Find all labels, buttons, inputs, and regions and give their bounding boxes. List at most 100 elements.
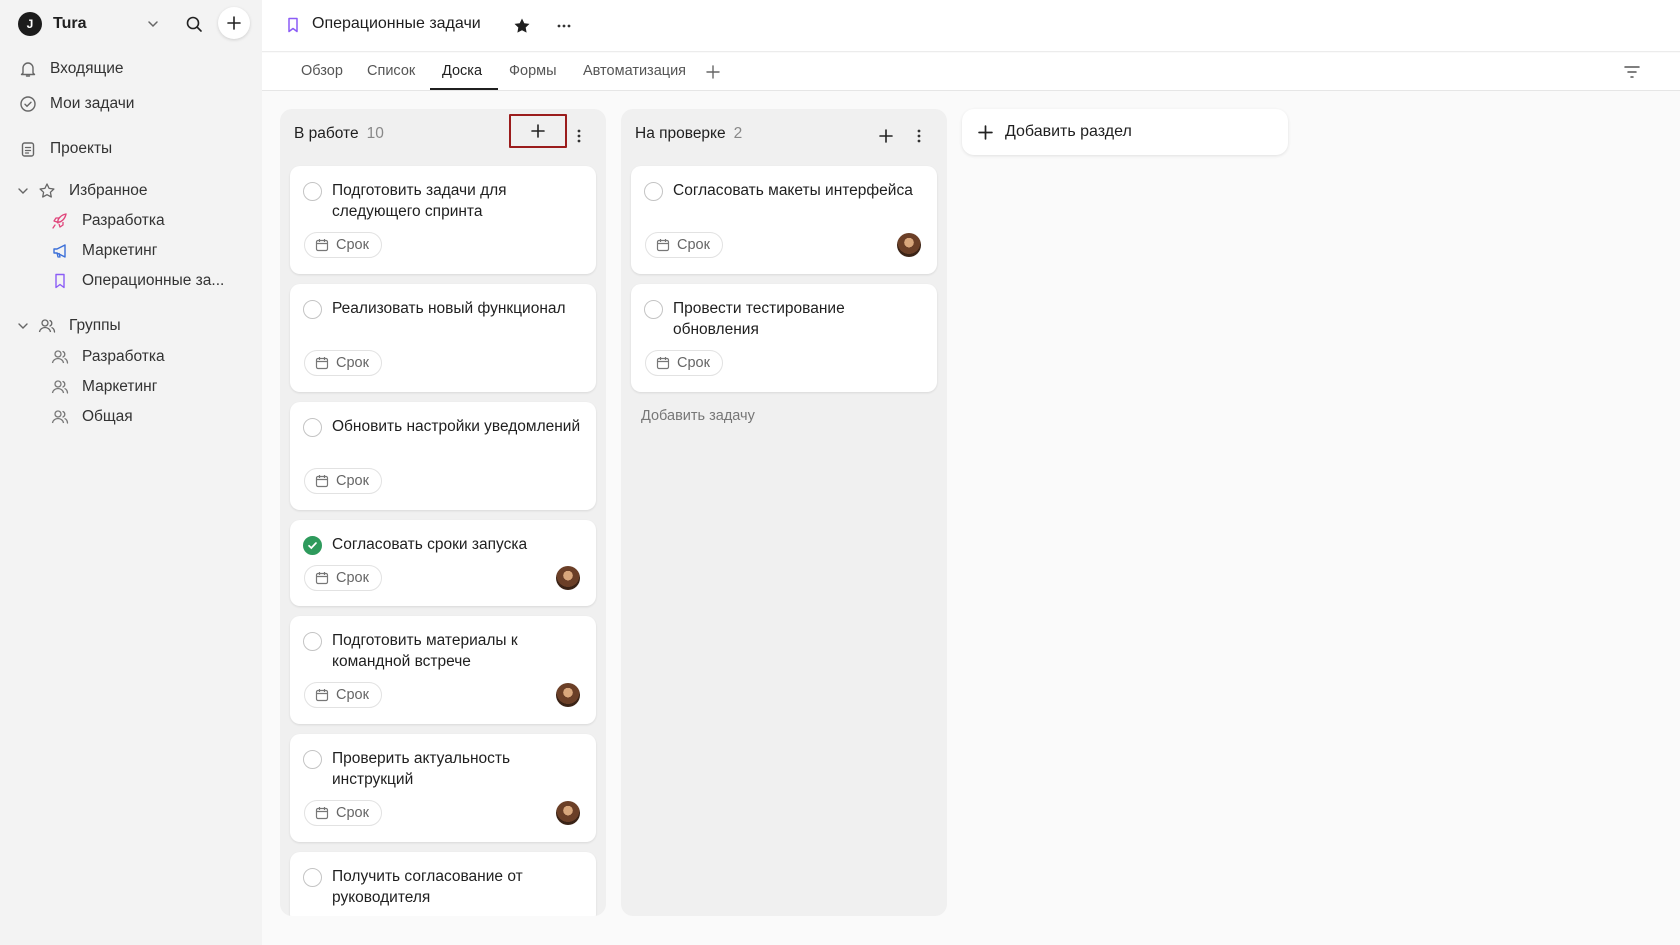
nav-inbox[interactable]: Входящие	[18, 55, 124, 83]
due-date-chip[interactable]: Срок	[304, 800, 382, 826]
task-title: Получить согласование от руководителя	[332, 868, 523, 906]
task-card[interactable]: Подготовить материалы к командной встреч…	[290, 616, 596, 724]
workspace-name: Tura	[53, 15, 87, 32]
calendar-icon	[315, 474, 329, 488]
task-checkbox[interactable]	[303, 632, 322, 651]
page-title: Операционные задачи	[312, 15, 481, 32]
nav-projects[interactable]: Проекты	[18, 135, 112, 163]
due-label: Срок	[336, 355, 369, 371]
task-checkbox[interactable]	[303, 182, 322, 201]
task-checkbox-completed[interactable]	[303, 536, 322, 555]
chevron-down-icon[interactable]	[15, 183, 31, 199]
chevron-down-icon[interactable]	[15, 318, 31, 334]
users-icon	[50, 347, 70, 367]
favorite-item-development[interactable]: Разработка	[50, 208, 165, 234]
task-title: Согласовать сроки запуска	[332, 536, 528, 553]
group-label: Общая	[82, 408, 133, 425]
due-date-chip[interactable]: Срок	[304, 565, 382, 591]
assignee-avatar[interactable]	[556, 683, 580, 707]
nav-label: Мои задачи	[50, 95, 135, 112]
task-card[interactable]: Проверить актуальность инструкций Срок	[290, 734, 596, 842]
column-count: 2	[733, 125, 743, 142]
assignee-avatar[interactable]	[556, 566, 580, 590]
nav-my-tasks[interactable]: Мои задачи	[18, 90, 134, 118]
group-item-general[interactable]: Общая	[50, 404, 133, 430]
task-card[interactable]: Согласовать сроки запуска Срок	[290, 520, 596, 606]
check-circle-icon	[18, 94, 38, 114]
clipboard-icon	[18, 139, 38, 159]
users-icon	[50, 377, 70, 397]
column-menu-icon[interactable]	[906, 123, 932, 149]
task-checkbox[interactable]	[303, 750, 322, 769]
workspace-logo: J	[18, 12, 42, 36]
assignee-avatar[interactable]	[897, 233, 921, 257]
add-section-label: Добавить раздел	[1005, 123, 1132, 140]
due-date-chip[interactable]: Срок	[304, 468, 382, 494]
bookmark-icon	[284, 16, 302, 39]
group-item-development[interactable]: Разработка	[50, 344, 165, 370]
group-item-marketing[interactable]: Маркетинг	[50, 374, 157, 400]
task-card[interactable]: Согласовать макеты интерфейса Срок	[631, 166, 937, 274]
favorite-label: Разработка	[82, 212, 165, 229]
due-date-chip[interactable]: Срок	[645, 232, 723, 258]
add-tab-icon[interactable]	[704, 63, 722, 81]
calendar-icon	[315, 806, 329, 820]
due-date-chip[interactable]: Срок	[304, 350, 382, 376]
calendar-icon	[315, 238, 329, 252]
tab-forms[interactable]: Формы	[509, 63, 557, 79]
calendar-icon	[656, 356, 670, 370]
groups-section[interactable]: Группы	[37, 312, 121, 340]
column-header: В работе 10	[294, 125, 384, 143]
bell-icon	[18, 59, 38, 79]
due-label: Срок	[677, 355, 710, 371]
task-card[interactable]: Подготовить задачи для следующего спринт…	[290, 166, 596, 274]
search-icon[interactable]	[182, 12, 206, 36]
task-card[interactable]: Реализовать новый функционал Срок	[290, 284, 596, 392]
star-icon	[37, 181, 57, 201]
more-icon[interactable]	[552, 14, 576, 38]
assignee-avatar[interactable]	[556, 801, 580, 825]
group-label: Разработка	[82, 348, 165, 365]
task-checkbox[interactable]	[303, 418, 322, 437]
workspace-switcher[interactable]: J Tura	[18, 7, 250, 39]
due-date-chip[interactable]: Срок	[645, 350, 723, 376]
filter-icon[interactable]	[1622, 62, 1642, 82]
tab-overview[interactable]: Обзор	[301, 63, 343, 79]
task-checkbox[interactable]	[644, 300, 663, 319]
tab-automation[interactable]: Автоматизация	[583, 63, 686, 79]
bookmark-icon	[50, 271, 70, 291]
column-menu-icon[interactable]	[566, 123, 592, 149]
favorites-section[interactable]: Избранное	[37, 177, 148, 205]
task-title: Обновить настройки уведомлений	[332, 418, 581, 435]
due-date-chip[interactable]: Срок	[304, 232, 382, 258]
task-card[interactable]: Провести тестирование обновления Срок	[631, 284, 937, 392]
tab-list[interactable]: Список	[367, 63, 415, 79]
task-checkbox[interactable]	[644, 182, 663, 201]
add-task-link[interactable]: Добавить задачу	[641, 408, 755, 424]
plus-icon	[978, 124, 993, 140]
favorite-item-operational[interactable]: Операционные за...	[50, 268, 224, 294]
favorite-item-marketing[interactable]: Маркетинг	[50, 238, 157, 264]
board-column-in-progress: В работе 10 Подготовить задачи для следую…	[280, 109, 606, 916]
calendar-icon	[315, 356, 329, 370]
task-card[interactable]: Получить согласование от руководителя	[290, 852, 596, 916]
task-checkbox[interactable]	[303, 300, 322, 319]
chevron-down-icon[interactable]	[142, 13, 164, 35]
users-icon	[50, 407, 70, 427]
create-button[interactable]	[218, 7, 250, 39]
column-title: В работе	[294, 125, 359, 142]
task-title: Подготовить материалы к командной встреч…	[332, 632, 518, 670]
tab-board[interactable]: Доска	[442, 63, 482, 79]
star-icon[interactable]	[510, 14, 534, 38]
add-task-button[interactable]	[509, 114, 567, 148]
favorite-label: Маркетинг	[82, 242, 158, 259]
add-section-button[interactable]: Добавить раздел	[962, 109, 1288, 155]
task-card[interactable]: Обновить настройки уведомлений Срок	[290, 402, 596, 510]
calendar-icon	[656, 238, 670, 252]
calendar-icon	[315, 571, 329, 585]
add-task-button[interactable]	[873, 123, 899, 149]
due-date-chip[interactable]: Срок	[304, 682, 382, 708]
sidebar: J Tura Входящие Мои задачи Проекты Избра…	[0, 0, 262, 945]
task-title: Провести тестирование обновления	[673, 300, 845, 338]
task-checkbox[interactable]	[303, 868, 322, 887]
